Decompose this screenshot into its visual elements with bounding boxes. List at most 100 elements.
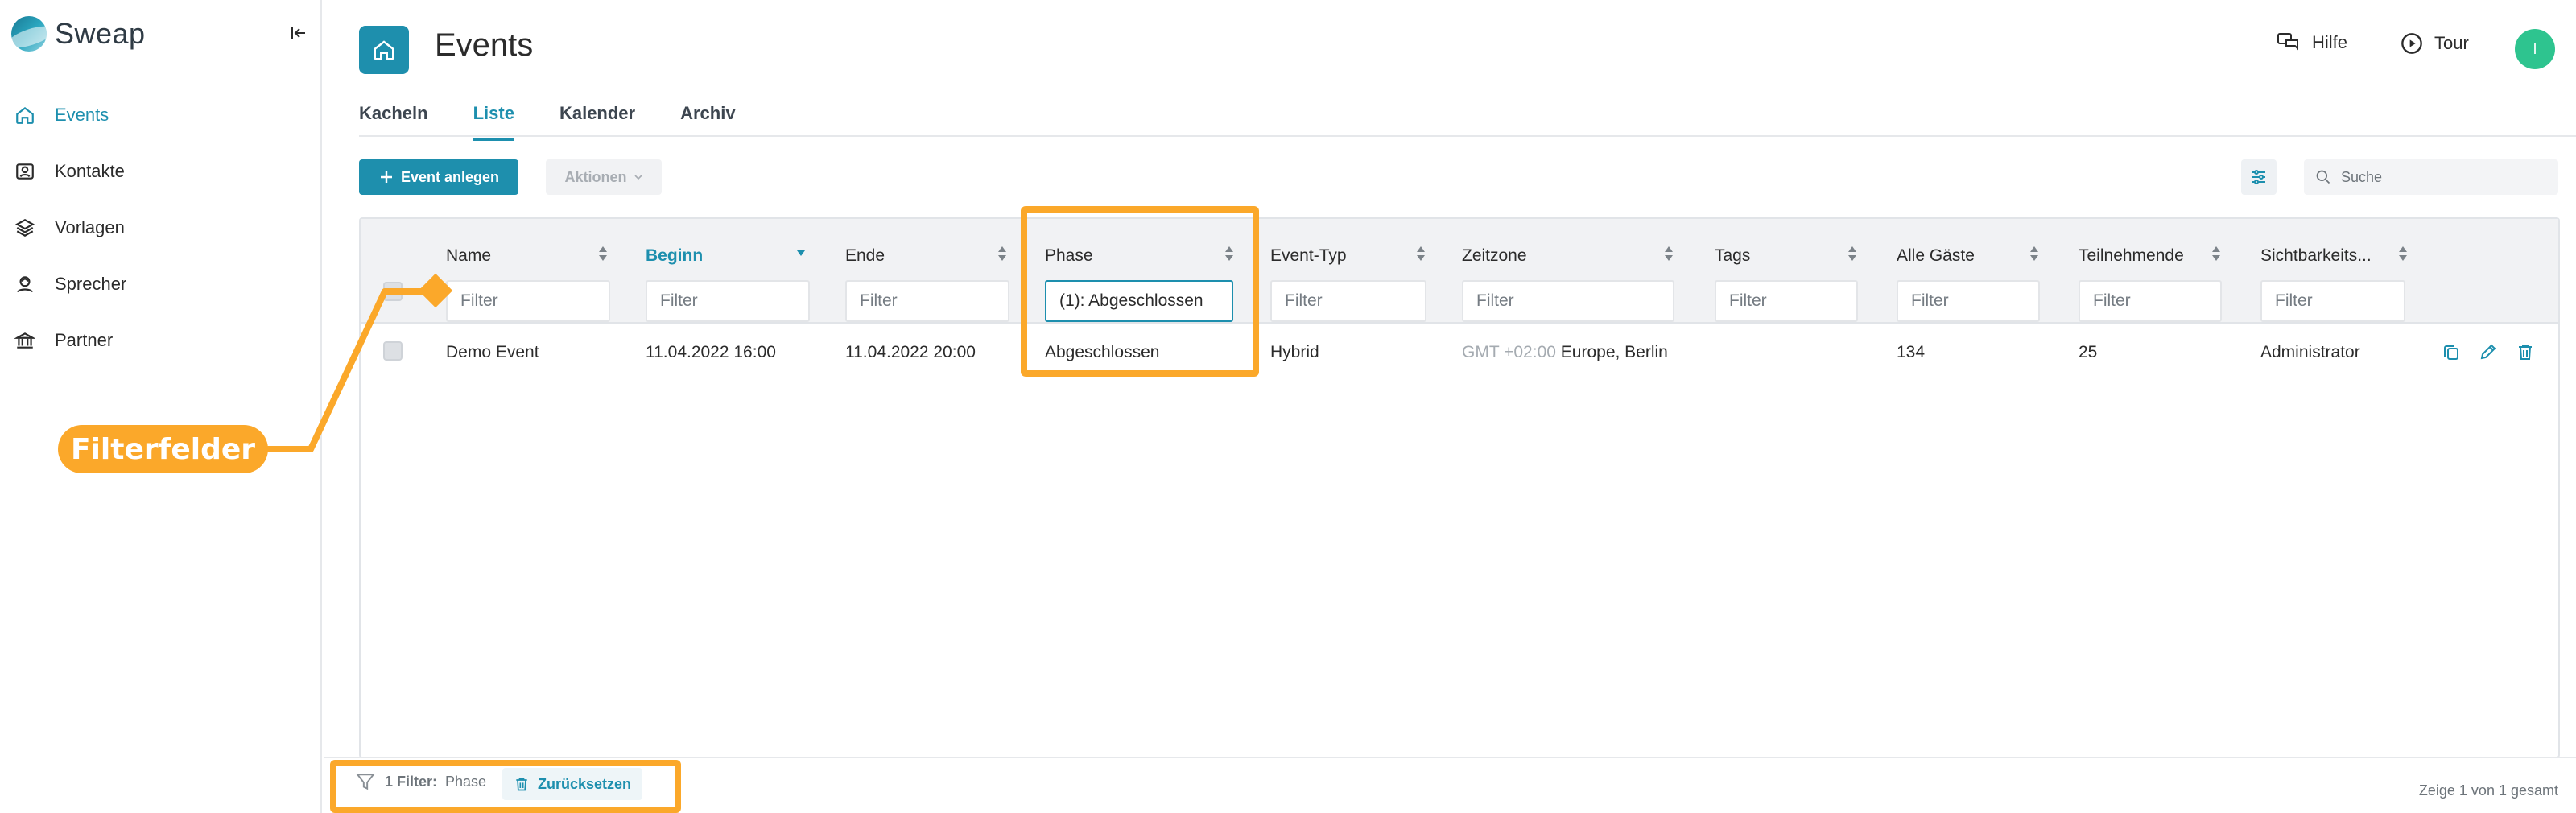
column-settings-button[interactable]: [2241, 159, 2277, 195]
filter-input-alle-gaeste[interactable]: [1897, 280, 2040, 322]
actions-dropdown[interactable]: Aktionen: [546, 159, 662, 195]
sort-icon[interactable]: [2211, 245, 2222, 262]
main-content: Events Hilfe Tour I Kacheln Liste Kalend…: [324, 0, 2576, 813]
sidebar-item-label: Sprecher: [55, 274, 127, 294]
app-logo[interactable]: Sweap: [11, 16, 146, 52]
sidebar-item-label: Partner: [55, 330, 114, 350]
sliders-icon: [2252, 170, 2265, 184]
home-icon: [359, 26, 409, 74]
table-row[interactable]: Demo Event 11.04.2022 16:00 11.04.2022 2…: [361, 325, 2558, 378]
filter-input-sichtbarkeit[interactable]: [2260, 280, 2405, 322]
cell-zeitzone: GMT +02:00 Europe, Berlin: [1462, 343, 1668, 362]
cell-alle-gaeste: 134: [1897, 343, 1926, 361]
sidebar-item-label: Vorlagen: [55, 217, 125, 237]
column-alle-gaeste: Alle Gäste: [1897, 235, 2045, 322]
column-title: Name: [446, 246, 492, 265]
tour-label: Tour: [2434, 33, 2469, 53]
sidebar: Sweap Events Kontakte Vorlagen Sprecher …: [0, 0, 322, 813]
search-box: [2304, 159, 2558, 195]
sort-icon[interactable]: [2029, 245, 2040, 262]
search-input[interactable]: [2341, 168, 2550, 186]
filter-input-ende[interactable]: [845, 280, 1009, 322]
column-title: Sichtbarkeits...: [2260, 246, 2372, 265]
filter-input-event-typ[interactable]: [1270, 280, 1426, 322]
speaker-icon: [13, 272, 37, 296]
result-count: Zeige 1 von 1 gesamt: [2418, 782, 2558, 799]
sidebar-item-label: Kontakte: [55, 161, 125, 181]
home-icon: [13, 103, 37, 127]
timezone-offset: GMT +02:00: [1462, 343, 1556, 361]
chat-help-icon: [2277, 33, 2298, 51]
actions-label: Aktionen: [564, 168, 627, 185]
sort-icon[interactable]: [1663, 245, 1674, 262]
column-sichtbarkeit: Sichtbarkeits...: [2260, 235, 2413, 322]
chevron-down-icon: [634, 175, 642, 180]
sidebar-item-label: Events: [55, 105, 109, 125]
timezone-name: Europe, Berlin: [1560, 343, 1668, 361]
column-zeitzone: Zeitzone: [1462, 235, 1679, 322]
column-ende: Ende: [845, 235, 1014, 322]
create-event-label: Event anlegen: [400, 168, 500, 185]
sort-icon[interactable]: [997, 245, 1008, 262]
column-name: Name: [446, 235, 615, 322]
cell-beginn: 11.04.2022 16:00: [646, 343, 776, 361]
collapse-sidebar-icon[interactable]: [287, 21, 311, 45]
delete-icon[interactable]: [2513, 340, 2537, 364]
column-teilnehmende: Teilnehmende: [2079, 235, 2227, 322]
help-label: Hilfe: [2312, 32, 2348, 52]
cell-sichtbarkeit: Administrator: [2260, 343, 2360, 361]
row-checkbox[interactable]: [383, 341, 402, 361]
sweap-logo-icon: [11, 16, 47, 52]
column-title: Event-Typ: [1270, 246, 1347, 265]
filter-input-name[interactable]: [446, 280, 610, 322]
tour-button[interactable]: Tour: [2401, 32, 2469, 55]
sort-icon[interactable]: [2397, 245, 2409, 262]
contacts-icon: [13, 159, 37, 184]
cell-name: Demo Event: [446, 343, 539, 361]
column-title: Ende: [845, 246, 886, 265]
sort-icon[interactable]: [1847, 245, 1858, 262]
column-title: Zeitzone: [1462, 246, 1527, 265]
sort-icon[interactable]: [1415, 245, 1426, 262]
filter-input-teilnehmende[interactable]: [2079, 280, 2222, 322]
search-icon: [2316, 170, 2330, 184]
highlight-phase-column: [1021, 206, 1259, 377]
play-circle-icon: [2401, 33, 2422, 54]
layers-icon: [13, 216, 37, 240]
column-title: Alle Gäste: [1897, 246, 1975, 265]
sort-icon[interactable]: [597, 245, 609, 262]
select-all-checkbox[interactable]: [383, 282, 402, 301]
avatar[interactable]: I: [2515, 29, 2555, 69]
cell-event-typ: Hybrid: [1270, 343, 1319, 361]
page-title: Events: [435, 27, 534, 63]
column-title: Tags: [1715, 246, 1751, 265]
cell-ende: 11.04.2022 20:00: [845, 343, 976, 361]
column-tags: Tags: [1715, 235, 1863, 322]
column-title: Beginn: [646, 246, 704, 265]
table-header: Name Beginn Ende Phase Event-Typ: [361, 219, 2558, 324]
bank-icon: [13, 328, 37, 353]
tabs-divider: [359, 135, 2576, 137]
edit-icon[interactable]: [2476, 340, 2500, 364]
sidebar-item-sprecher[interactable]: Sprecher: [0, 256, 320, 312]
column-beginn: Beginn: [646, 235, 815, 322]
events-table: Name Beginn Ende Phase Event-Typ: [359, 217, 2560, 758]
sidebar-nav: Events Kontakte Vorlagen Sprecher Partne…: [0, 87, 320, 369]
filter-input-tags[interactable]: [1715, 280, 1858, 322]
highlight-filter-footer: [330, 760, 681, 813]
plus-icon: [380, 171, 392, 183]
filter-input-beginn[interactable]: [646, 280, 810, 322]
sidebar-item-events[interactable]: Events: [0, 87, 320, 143]
filter-input-zeitzone[interactable]: [1462, 280, 1674, 322]
app-name: Sweap: [55, 17, 146, 50]
sort-descending-icon[interactable]: [795, 246, 807, 264]
callout-label: Filterfelder: [58, 425, 269, 473]
create-event-button[interactable]: Event anlegen: [359, 159, 518, 195]
sidebar-item-vorlagen[interactable]: Vorlagen: [0, 200, 320, 256]
cell-teilnehmende: 25: [2079, 343, 2098, 361]
sidebar-item-partner[interactable]: Partner: [0, 312, 320, 369]
column-event-typ: Event-Typ: [1270, 235, 1431, 322]
copy-icon[interactable]: [2439, 340, 2463, 364]
help-button[interactable]: Hilfe: [2277, 32, 2347, 53]
sidebar-item-kontakte[interactable]: Kontakte: [0, 143, 320, 200]
